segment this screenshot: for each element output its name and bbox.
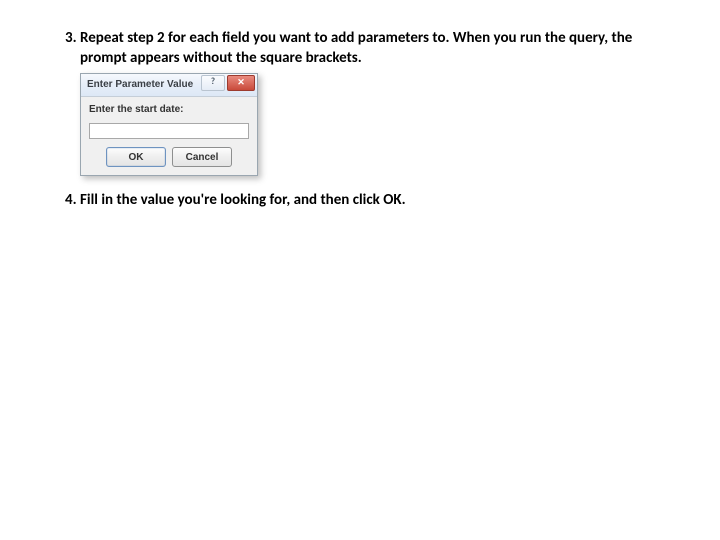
step-3-text: Repeat step 2 for each field you want to… [80, 29, 632, 67]
step-3: Repeat step 2 for each field you want to… [80, 28, 668, 176]
dialog-figure: Enter Parameter Value ? ✕ Enter the star… [80, 73, 668, 177]
dialog-window: Enter Parameter Value ? ✕ Enter the star… [80, 73, 258, 177]
step-4: Fill in the value you're looking for, an… [80, 190, 668, 210]
help-icon: ? [211, 76, 215, 88]
prompt-label: Enter the start date: [89, 103, 249, 117]
ok-button[interactable]: OK [106, 147, 166, 167]
step-4-text-c: . [402, 191, 406, 209]
step-4-text: Fill in the value you're looking for, an… [80, 191, 406, 209]
close-button[interactable]: ✕ [227, 75, 255, 91]
cancel-button[interactable]: Cancel [172, 147, 232, 167]
dialog-button-row: OK Cancel [89, 147, 249, 167]
step-4-text-b: OK [383, 191, 401, 209]
titlebar-controls: ? ✕ [199, 75, 255, 91]
document-page: Repeat step 2 for each field you want to… [0, 0, 720, 211]
dialog-titlebar: Enter Parameter Value ? ✕ [81, 74, 257, 97]
dialog-body: Enter the start date: OK Cancel [81, 97, 257, 176]
step-list: Repeat step 2 for each field you want to… [52, 28, 668, 211]
parameter-input[interactable] [89, 123, 249, 139]
close-icon: ✕ [237, 78, 245, 87]
dialog-title: Enter Parameter Value [81, 78, 193, 92]
step-4-text-a: Fill in the value you're looking for, an… [80, 191, 383, 209]
help-button[interactable]: ? [201, 75, 225, 91]
